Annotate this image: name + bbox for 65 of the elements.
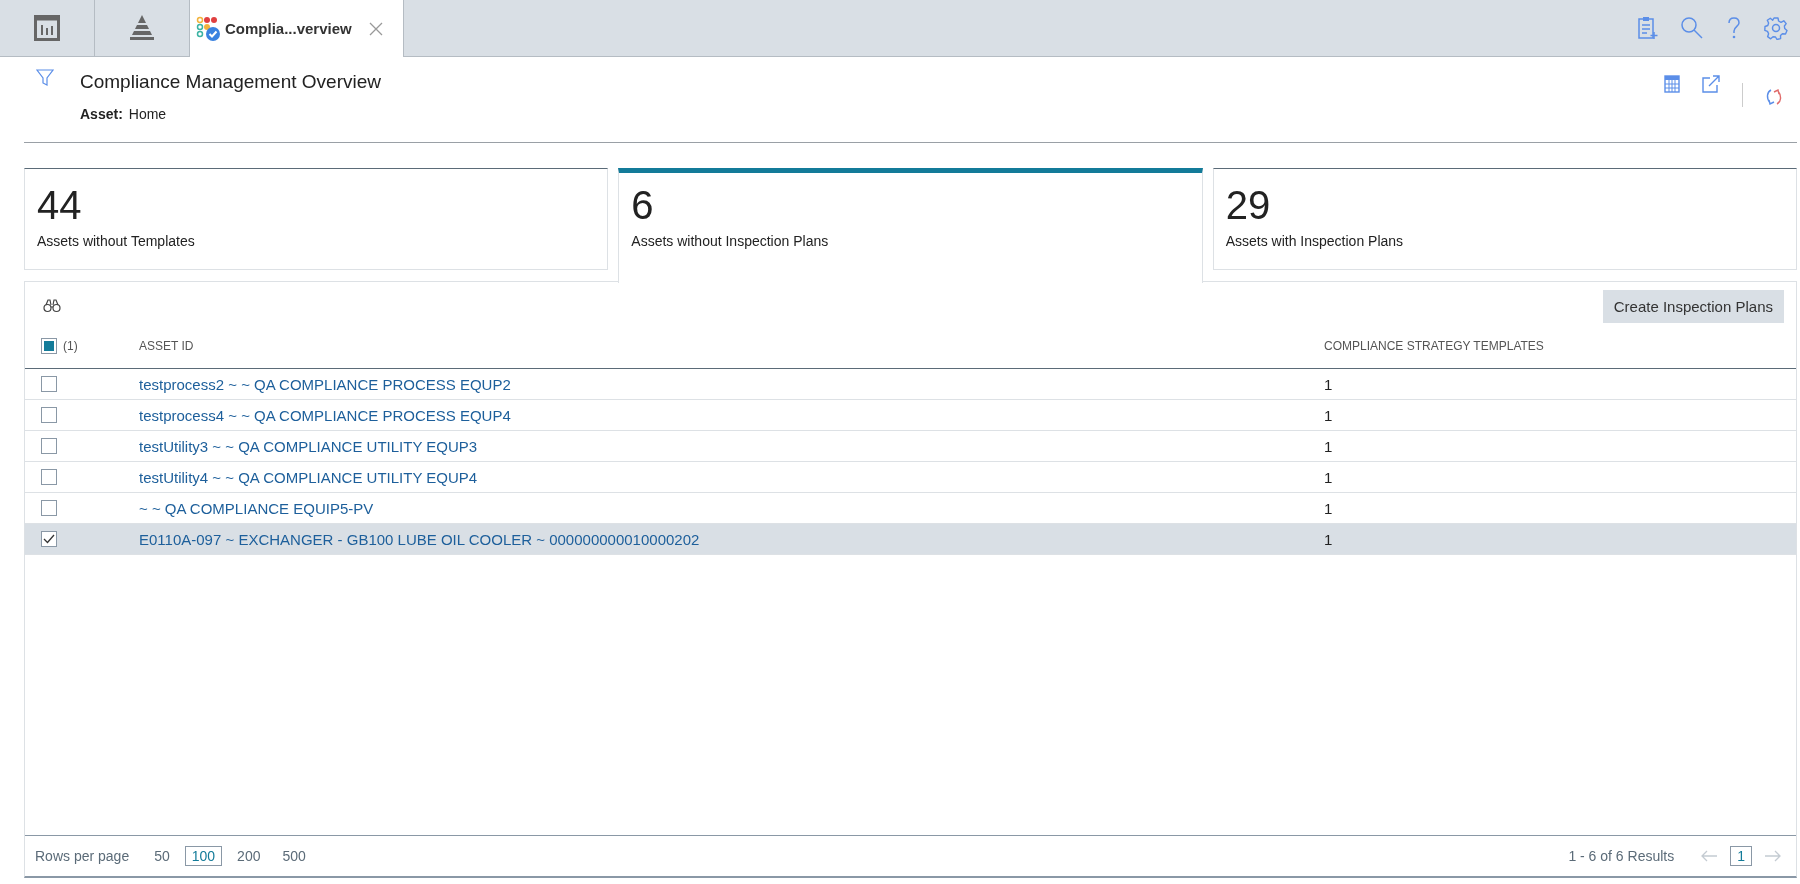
page-size-option[interactable]: 200 (230, 846, 268, 866)
row-checkbox[interactable] (41, 407, 57, 423)
table-row[interactable]: E0110A-097 ~ EXCHANGER - GB100 LUBE OIL COOLER ~ 000000000010000202 1 (25, 524, 1796, 555)
rows-per-page-label: Rows per page (35, 848, 130, 864)
page-number[interactable]: 1 (1730, 846, 1752, 866)
asset-link[interactable]: testprocess2 ~ ~ QA COMPLIANCE PROCESS EQUP2 (139, 375, 511, 393)
table-cell: 1 (1324, 499, 1333, 517)
binoculars-icon[interactable] (43, 299, 61, 313)
tab-label: Complia...verview (225, 20, 352, 37)
checkmark-icon (43, 534, 55, 544)
external-link-icon[interactable] (1702, 75, 1720, 93)
table-cell: 1 (1324, 468, 1333, 486)
page-title: Compliance Management Overview (80, 71, 382, 93)
table-row[interactable]: testprocess2 ~ ~ QA COMPLIANCE PROCESS EQUP2 1 (25, 369, 1796, 400)
page-size-option[interactable]: 100 (184, 846, 223, 866)
row-checkbox[interactable] (41, 531, 57, 547)
search-icon[interactable] (1680, 16, 1704, 40)
help-icon[interactable] (1726, 16, 1742, 40)
card-count: 29 (1225, 183, 1272, 227)
card-label: Assets without Inspection Plans (631, 233, 830, 249)
select-all-checkbox[interactable] (41, 338, 57, 354)
close-icon[interactable] (368, 21, 383, 36)
asset-link[interactable]: testUtility4 ~ ~ QA COMPLIANCE UTILITY EQUP4 (139, 468, 478, 486)
asset-link[interactable]: testUtility3 ~ ~ QA COMPLIANCE UTILITY EQUP3 (139, 437, 478, 455)
card-count: 6 (631, 183, 655, 227)
table-cell: 1 (1324, 375, 1333, 393)
column-header[interactable]: COMPLIANCE STRATEGY TEMPLATES (1324, 339, 1796, 353)
table-row[interactable]: testUtility3 ~ ~ QA COMPLIANCE UTILITY EQUP3 1 (25, 431, 1796, 462)
table-cell: 1 (1324, 406, 1333, 424)
page-size-option[interactable]: 50 (147, 846, 177, 866)
table-cell: 1 (1324, 437, 1333, 455)
pyramid-icon[interactable] (128, 14, 156, 42)
row-checkbox[interactable] (41, 469, 57, 485)
create-inspection-plans-button[interactable]: Create Inspection Plans (1602, 289, 1784, 323)
next-arrow-icon[interactable] (1764, 850, 1782, 862)
table-row[interactable]: testprocess4 ~ ~ QA COMPLIANCE PROCESS EQUP4 1 (25, 400, 1796, 431)
table-row[interactable]: testUtility4 ~ ~ QA COMPLIANCE UTILITY EQUP4 1 (25, 462, 1796, 493)
row-checkbox[interactable] (41, 500, 57, 516)
calculator-icon[interactable] (1664, 75, 1680, 93)
summary-card[interactable]: 44 Assets without Templates (24, 168, 609, 270)
column-header[interactable]: ASSET ID (139, 339, 1324, 353)
chart-window-icon[interactable] (34, 15, 60, 41)
card-count: 44 (37, 183, 83, 227)
settings-icon[interactable] (1764, 16, 1788, 40)
previous-arrow-icon[interactable] (1700, 850, 1719, 862)
results-count: 1 - 6 of 6 Results (1568, 848, 1675, 864)
asset-value: Home (128, 106, 167, 122)
asset-label: Asset: (80, 106, 123, 122)
clipboard-add-icon[interactable] (1636, 16, 1658, 40)
refresh-icon[interactable] (1765, 87, 1783, 107)
summary-card[interactable]: 6 Assets without Inspection Plans (618, 168, 1203, 283)
summary-card[interactable]: 29 Assets with Inspection Plans (1212, 168, 1797, 270)
asset-link[interactable]: ~ ~ QA COMPLIANCE EQUIP5-PV (139, 499, 374, 517)
row-checkbox[interactable] (41, 438, 57, 454)
app-tab[interactable]: Complia...verview (190, 0, 404, 57)
row-checkbox[interactable] (41, 376, 57, 392)
asset-link[interactable]: E0110A-097 ~ EXCHANGER - GB100 LUBE OIL COOLER ~ 000000000010000202 (139, 530, 700, 548)
app-logo-icon (196, 15, 222, 42)
asset-link[interactable]: testprocess4 ~ ~ QA COMPLIANCE PROCESS EQUP4 (139, 406, 511, 424)
page-size-option[interactable]: 500 (275, 846, 313, 866)
filter-icon[interactable] (36, 69, 54, 87)
selected-count: (1) (63, 339, 78, 353)
table-cell: 1 (1324, 530, 1333, 548)
card-label: Assets with Inspection Plans (1225, 233, 1405, 249)
card-label: Assets without Templates (37, 233, 196, 249)
